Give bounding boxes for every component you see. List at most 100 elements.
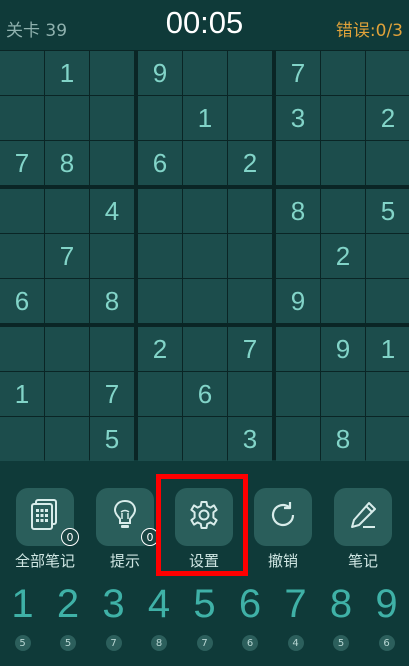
board-cell-r1c2[interactable]: 1 [45, 51, 89, 95]
board-cell-r9c3[interactable]: 5 [90, 417, 134, 461]
board-cell-r5c9[interactable] [366, 234, 409, 278]
board-cell-r7c1[interactable] [0, 327, 44, 371]
number-key-1[interactable]: 15 [0, 580, 45, 666]
board-cell-r7c3[interactable] [90, 327, 134, 371]
board-cell-r4c5[interactable] [183, 189, 227, 233]
board-cell-r3c9[interactable] [366, 141, 409, 185]
board-cell-r5c8[interactable]: 2 [321, 234, 365, 278]
board-cell-r2c2[interactable] [45, 96, 89, 140]
board-cell-r4c4[interactable] [138, 189, 182, 233]
board-cell-r7c6[interactable]: 7 [228, 327, 272, 371]
number-key-7[interactable]: 74 [273, 580, 318, 666]
board-cell-r9c6[interactable]: 3 [228, 417, 272, 461]
board-cell-r1c9[interactable] [366, 51, 409, 95]
board-cell-r3c2[interactable]: 8 [45, 141, 89, 185]
board-cell-r5c2[interactable]: 7 [45, 234, 89, 278]
notes-button[interactable]: 笔记 [323, 478, 403, 570]
board-cell-r2c8[interactable] [321, 96, 365, 140]
board-cell-r8c8[interactable] [321, 372, 365, 416]
board-cell-r6c2[interactable] [45, 279, 89, 323]
board-cell-r1c5[interactable] [183, 51, 227, 95]
board-cell-r9c2[interactable] [45, 417, 89, 461]
number-key-5[interactable]: 57 [182, 580, 227, 666]
number-key-2[interactable]: 25 [46, 580, 91, 666]
board-cell-r2c7[interactable]: 3 [276, 96, 320, 140]
board-cell-r6c3[interactable]: 8 [90, 279, 134, 323]
board-cell-r9c7[interactable] [276, 417, 320, 461]
board-cell-r3c6[interactable]: 2 [228, 141, 272, 185]
number-key-3[interactable]: 37 [91, 580, 136, 666]
all-notes-button[interactable]: 0 全部笔记 [5, 478, 85, 570]
undo-button-tile[interactable] [254, 488, 312, 546]
board-cell-r1c7[interactable]: 7 [276, 51, 320, 95]
board-cell-r6c6[interactable] [228, 279, 272, 323]
board-cell-r2c5[interactable]: 1 [183, 96, 227, 140]
board-cell-r7c7[interactable] [276, 327, 320, 371]
board-cell-r8c2[interactable] [45, 372, 89, 416]
board-cell-r5c3[interactable] [90, 234, 134, 278]
board-cell-r8c6[interactable] [228, 372, 272, 416]
board-cell-r1c8[interactable] [321, 51, 365, 95]
hint-button[interactable]: 0 提示 [85, 478, 165, 570]
number-key-6[interactable]: 66 [228, 580, 273, 666]
board-cell-r4c8[interactable] [321, 189, 365, 233]
board-cell-r3c3[interactable] [90, 141, 134, 185]
board-cell-r4c9[interactable]: 5 [366, 189, 409, 233]
number-key-4[interactable]: 48 [137, 580, 182, 666]
board-cell-r8c3[interactable]: 7 [90, 372, 134, 416]
board-cell-r9c4[interactable] [138, 417, 182, 461]
board-cell-r1c3[interactable] [90, 51, 134, 95]
board-cell-r7c5[interactable] [183, 327, 227, 371]
board-cell-r5c1[interactable] [0, 234, 44, 278]
board-cell-r2c6[interactable] [228, 96, 272, 140]
board-cell-r6c4[interactable] [138, 279, 182, 323]
board-cell-r6c9[interactable] [366, 279, 409, 323]
board-cell-r6c7[interactable]: 9 [276, 279, 320, 323]
board-cell-r7c8[interactable]: 9 [321, 327, 365, 371]
board-cell-r9c9[interactable] [366, 417, 409, 461]
board-cell-r4c6[interactable] [228, 189, 272, 233]
number-key-9[interactable]: 96 [364, 580, 409, 666]
board-cell-r8c4[interactable] [138, 372, 182, 416]
board-cell-r9c1[interactable] [0, 417, 44, 461]
all-notes-button-badge: 0 [61, 528, 79, 546]
board-cell-r9c8[interactable]: 8 [321, 417, 365, 461]
board-cell-r2c9[interactable]: 2 [366, 96, 409, 140]
notes-button-tile[interactable] [334, 488, 392, 546]
board-cell-r1c1[interactable] [0, 51, 44, 95]
board-cell-r2c1[interactable] [0, 96, 44, 140]
board-cell-r5c7[interactable] [276, 234, 320, 278]
board-cell-r8c9[interactable] [366, 372, 409, 416]
board-cell-r6c1[interactable]: 6 [0, 279, 44, 323]
board-cell-r7c9[interactable]: 1 [366, 327, 409, 371]
board-cell-r5c5[interactable] [183, 234, 227, 278]
board-cell-r9c5[interactable] [183, 417, 227, 461]
board-cell-r1c6[interactable] [228, 51, 272, 95]
board-cell-r3c4[interactable]: 6 [138, 141, 182, 185]
board-cell-r3c1[interactable]: 7 [0, 141, 44, 185]
mistakes-counter: 错误:0/3 [335, 21, 403, 41]
board-cell-r4c7[interactable]: 8 [276, 189, 320, 233]
board-cell-r4c3[interactable]: 4 [90, 189, 134, 233]
board-cell-r6c8[interactable] [321, 279, 365, 323]
board-cell-r8c1[interactable]: 1 [0, 372, 44, 416]
board-cell-r2c4[interactable] [138, 96, 182, 140]
board-cell-r3c7[interactable] [276, 141, 320, 185]
undo-button[interactable]: 撤销 [243, 478, 323, 570]
board-cell-r5c6[interactable] [228, 234, 272, 278]
board-cell-r7c2[interactable] [45, 327, 89, 371]
board-cell-r3c8[interactable] [321, 141, 365, 185]
number-key-8[interactable]: 85 [319, 580, 364, 666]
board-cell-r2c3[interactable] [90, 96, 134, 140]
board-cell-r8c5[interactable]: 6 [183, 372, 227, 416]
board-cell-r3c5[interactable] [183, 141, 227, 185]
board-cell-r8c7[interactable] [276, 372, 320, 416]
board-cell-r4c1[interactable] [0, 189, 44, 233]
notes-grid-icon [30, 499, 60, 535]
board-cell-r1c4[interactable]: 9 [138, 51, 182, 95]
board-cell-r6c5[interactable] [183, 279, 227, 323]
pencil-icon [347, 499, 379, 535]
board-cell-r5c4[interactable] [138, 234, 182, 278]
board-cell-r7c4[interactable]: 2 [138, 327, 182, 371]
board-cell-r4c2[interactable] [45, 189, 89, 233]
